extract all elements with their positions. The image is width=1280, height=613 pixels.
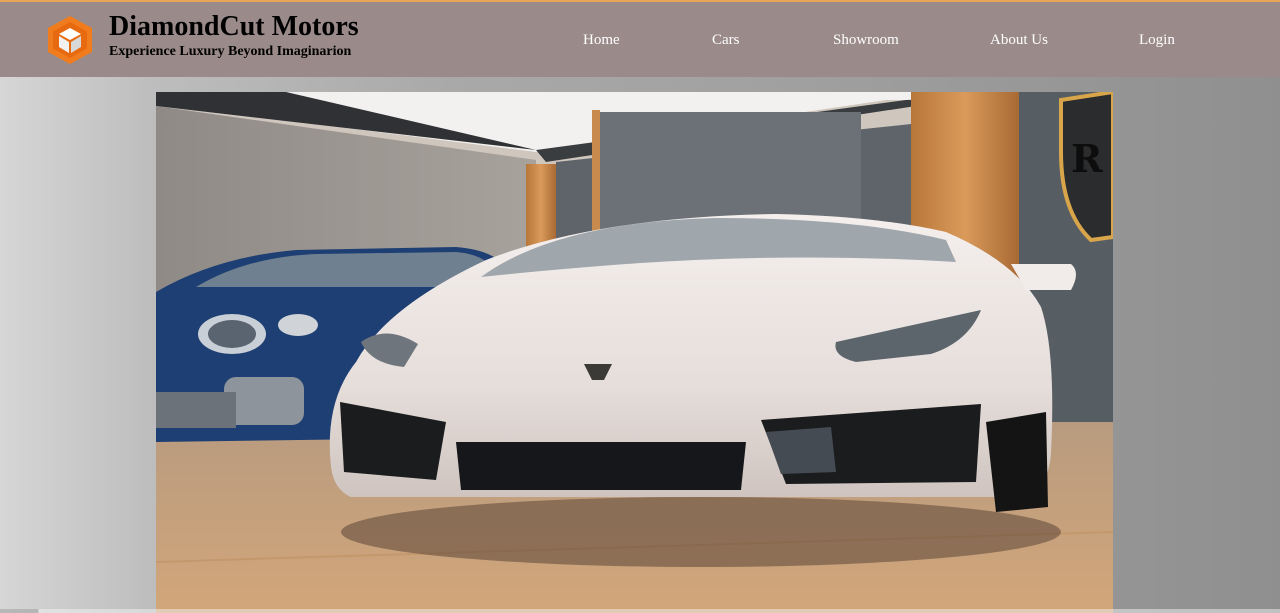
bottom-edge [0,609,1280,613]
nav-about-us-link[interactable]: About Us [990,31,1048,49]
hero-image: R [156,92,1113,613]
nav-showroom-link[interactable]: Showroom [833,31,899,49]
nav-login-link[interactable]: Login [1139,31,1175,49]
nav-home-link[interactable]: Home [583,31,620,49]
hexagon-cube-logo-icon[interactable] [46,15,94,65]
brand-tagline: Experience Luxury Beyond Imaginarion [109,44,352,59]
showroom-supercar-photo: R [156,92,1113,613]
brand-title[interactable]: DiamondCut Motors [109,11,359,43]
site-header: DiamondCut Motors Experience Luxury Beyo… [0,2,1280,77]
nav-cars-link[interactable]: Cars [712,31,740,49]
svg-text:R: R [1071,136,1103,181]
